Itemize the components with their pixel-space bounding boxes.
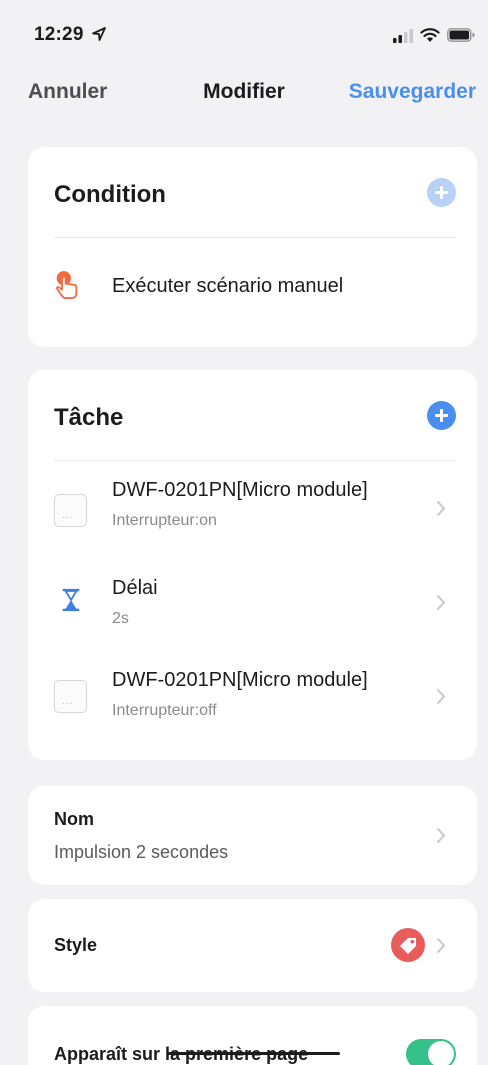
task-item[interactable]: Délai 2s [28,568,477,638]
cellular-signal-icon [393,29,413,43]
hand-tap-icon [56,271,78,299]
toggle-knob [428,1041,454,1065]
task-item[interactable]: ... DWF-0201PN[Micro module] Interrupteu… [28,664,477,734]
first-page-toggle[interactable] [406,1039,456,1065]
condition-item-label: Exécuter scénario manuel [112,275,344,297]
chevron-right-icon [437,595,446,610]
tag-icon [391,928,425,962]
add-task-button[interactable] [427,401,456,430]
divider [54,237,456,238]
task-item-subtitle: Interrupteur:off [112,702,217,719]
name-card[interactable]: Nom Impulsion 2 secondes [28,786,477,885]
condition-card: Condition Exécuter scénario manuel [28,147,477,347]
task-item-title: DWF-0201PN[Micro module] [112,479,368,501]
add-condition-button[interactable] [427,178,456,207]
condition-item[interactable]: Exécuter scénario manuel [28,257,477,317]
task-item-subtitle: Interrupteur:on [112,512,217,529]
task-item-subtitle: 2s [112,610,129,627]
wifi-icon [420,28,440,42]
chevron-right-icon [437,689,446,704]
save-button[interactable]: Sauvegarder [349,80,476,104]
battery-icon [447,28,475,42]
chevron-right-icon [437,938,446,953]
first-page-card: Apparaît sur la première page [28,1006,477,1065]
strikethrough-mark [168,1052,340,1055]
divider [54,460,456,461]
location-arrow-icon [92,27,106,41]
task-item-title: DWF-0201PN[Micro module] [112,669,368,691]
condition-header: Condition [54,181,166,208]
module-icon: ... [54,494,87,527]
task-item[interactable]: ... DWF-0201PN[Micro module] Interrupteu… [28,474,477,544]
hourglass-icon [62,588,80,612]
task-header: Tâche [54,404,124,431]
chevron-right-icon [437,501,446,516]
task-card: Tâche ... DWF-0201PN[Micro module] Inter… [28,370,477,760]
module-icon: ... [54,680,87,713]
style-label: Style [54,935,98,955]
name-label: Nom [54,809,94,829]
style-card[interactable]: Style [28,899,477,992]
status-time: 12:29 [34,24,84,45]
task-item-title: Délai [112,577,158,599]
name-value: Impulsion 2 secondes [54,842,229,862]
chevron-right-icon [437,828,446,843]
cancel-button[interactable]: Annuler [28,80,107,104]
status-bar: 12:29 [0,0,488,60]
